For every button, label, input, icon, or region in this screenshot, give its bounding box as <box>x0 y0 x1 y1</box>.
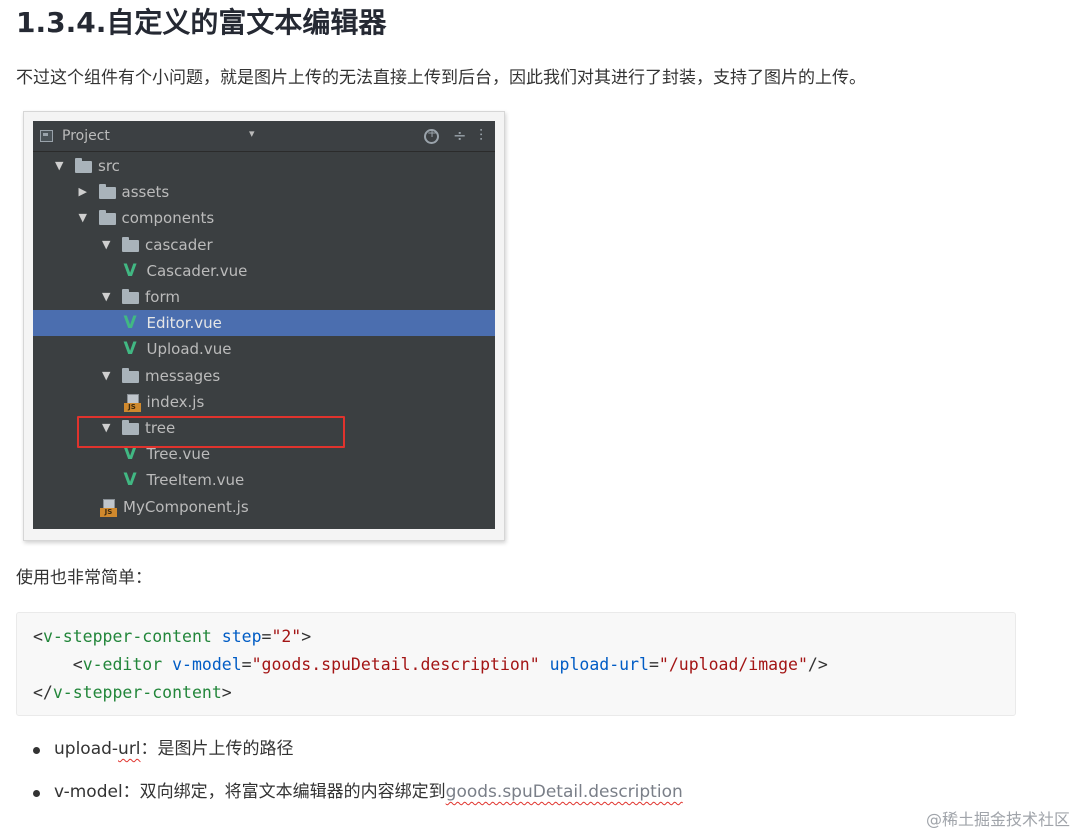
folder-icon <box>98 210 116 226</box>
expand-arrow-icon[interactable]: ▼ <box>102 363 110 389</box>
code-tag: v-stepper-content <box>42 627 212 646</box>
folder-icon <box>122 289 139 304</box>
folder-icon <box>75 158 92 173</box>
spellcheck-word: url <box>118 739 141 759</box>
js-badge: JS <box>123 402 141 412</box>
expand-arrow-icon[interactable]: ▼ <box>102 232 110 258</box>
expand-arrow-icon[interactable]: ▼ <box>102 284 110 310</box>
code-punct: = <box>648 655 659 674</box>
tree-item-label: form <box>145 288 180 306</box>
code-punct: /> <box>807 655 828 674</box>
panel-title: Project <box>62 128 110 144</box>
ide-panel-header: Project ▾ ÷ ⫶ <box>33 121 495 152</box>
tree-item-cascader-vue[interactable]: V Cascader.vue <box>33 258 495 284</box>
tree-item-label: assets <box>121 183 170 202</box>
spellcheck-word: goods.spuDetail.description <box>445 782 683 802</box>
chevron-down-icon: ▾ <box>249 127 255 140</box>
tree-item-label: MyComponent.js <box>123 497 249 516</box>
usage-paragraph: 使用也非常简单： <box>16 568 152 588</box>
code-tag: v-editor <box>82 655 163 674</box>
tree-item-cascader[interactable]: ▼ cascader <box>33 232 495 258</box>
code-line-1: <v-stepper-content step="2"> <box>33 623 311 651</box>
code-attr: upload-url <box>539 655 649 674</box>
code-punct: < <box>72 655 83 674</box>
code-block: <v-stepper-content step="2"> <v-editor v… <box>16 612 1016 716</box>
code-attr: step <box>211 627 262 646</box>
code-string: "/upload/image" <box>658 655 808 674</box>
folder-icon <box>98 184 116 200</box>
list-item: upload-url：是图片上传的路径 <box>54 734 294 764</box>
code-tag: v-stepper-content <box>52 683 222 702</box>
tree-item-label: messages <box>145 366 221 385</box>
bullet-dot <box>33 747 40 754</box>
code-string: "2" <box>271 627 302 646</box>
vue-file-icon: V <box>123 470 137 491</box>
article-page: 1.3.4.自定义的富文本编辑器 不过这个组件有个小问题，就是图片上传的无法直接… <box>0 0 1092 836</box>
tree-item-treeitem-vue[interactable]: V TreeItem.vue <box>33 467 495 493</box>
tree-item-upload-vue[interactable]: V Upload.vue <box>33 336 495 362</box>
expand-arrow-icon[interactable]: ▼ <box>55 153 63 179</box>
list-item: v-model：双向绑定，将富文本编辑器的内容绑定到goods.spuDetai… <box>54 777 683 807</box>
tree-item-mycomponent-js[interactable]: JS MyComponent.js <box>33 494 495 520</box>
project-icon <box>40 130 53 142</box>
ide-screenshot: Project ▾ ÷ ⫶ ▼ src ▶ assets ▼ components ▼ cas… <box>23 111 505 541</box>
watermark: @稀土掘金技术社区 <box>926 810 1071 829</box>
code-punct: = <box>241 655 252 674</box>
code-line-3: </v-stepper-content> <box>33 679 232 707</box>
tree-item-label: Cascader.vue <box>146 261 248 280</box>
code-line-2: <v-editor v-model="goods.spuDetail.descr… <box>33 651 828 679</box>
vue-file-icon: V <box>123 313 137 334</box>
tree-item-label: Editor.vue <box>146 314 222 333</box>
tree-item-editor-vue[interactable]: V Editor.vue <box>33 310 495 337</box>
bullet-text: upload- <box>54 739 119 759</box>
collapse-icon: ÷ <box>453 126 467 145</box>
bullet-text: v-model：双向绑定，将富文本编辑器的内容绑定到 <box>54 782 446 802</box>
collapse-arrow-icon[interactable]: ▶ <box>79 179 87 205</box>
tree-item-label: components <box>121 209 215 228</box>
tree-item-messages[interactable]: ▼ messages <box>33 363 495 389</box>
highlight-box <box>77 416 345 448</box>
tree-item-label: TreeItem.vue <box>146 471 245 490</box>
js-file-icon: JS <box>100 498 117 517</box>
tree-item-index-js[interactable]: JS index.js <box>33 389 495 415</box>
code-punct: = <box>261 627 272 646</box>
js-badge: JS <box>100 507 117 517</box>
code-string: "goods.spuDetail.description" <box>251 655 540 674</box>
tree-item-label: index.js <box>146 392 205 411</box>
tree-item-label: cascader <box>145 235 213 254</box>
intro-paragraph: 不过这个组件有个小问题，就是图片上传的无法直接上传到后台，因此我们对其进行了封装… <box>16 68 866 88</box>
tree-item-form[interactable]: ▼ form <box>33 284 495 310</box>
locate-icon <box>424 126 439 144</box>
ide-project-panel: Project ▾ ÷ ⫶ ▼ src ▶ assets ▼ components ▼ cas… <box>33 121 495 529</box>
folder-icon <box>122 236 139 252</box>
tree-item-src[interactable]: ▼ src <box>33 153 495 179</box>
code-punct: > <box>301 627 312 646</box>
tree-item-assets[interactable]: ▶ assets <box>33 179 495 205</box>
section-heading: 1.3.4.自定义的富文本编辑器 <box>16 6 387 39</box>
code-punct: < <box>33 627 43 646</box>
vue-file-icon: V <box>123 339 137 360</box>
more-icon: ⫶ <box>479 126 484 145</box>
folder-icon <box>122 367 139 383</box>
expand-arrow-icon[interactable]: ▼ <box>79 205 87 231</box>
tree-item-label: src <box>98 157 120 175</box>
js-file-icon: JS <box>123 393 141 412</box>
bullet-dot <box>33 790 40 797</box>
bullet-text: ：是图片上传的路径 <box>140 739 294 759</box>
tree-item-label: Upload.vue <box>146 340 232 359</box>
code-punct: > <box>221 683 232 702</box>
code-attr: v-model <box>162 655 242 674</box>
vue-file-icon: V <box>123 260 137 281</box>
tree-item-components[interactable]: ▼ components <box>33 205 495 231</box>
code-punct: </ <box>33 683 53 702</box>
